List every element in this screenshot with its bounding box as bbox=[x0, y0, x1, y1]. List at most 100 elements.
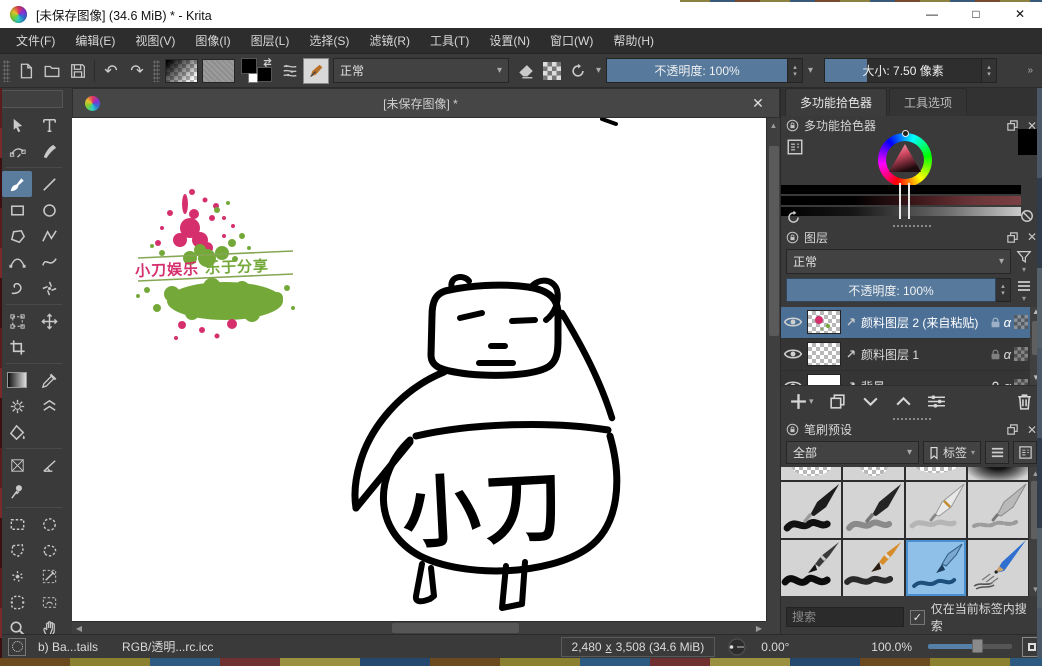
tool-rect-select[interactable] bbox=[2, 511, 32, 537]
toolbar-overflow-button[interactable]: » bbox=[1022, 65, 1038, 76]
delete-layer-button[interactable] bbox=[1015, 392, 1034, 411]
reload-preset-button[interactable] bbox=[565, 58, 591, 84]
float-docker-icon[interactable] bbox=[1006, 119, 1019, 132]
tool-color-picker[interactable] bbox=[34, 367, 64, 393]
tool-smart-patch[interactable] bbox=[34, 393, 64, 419]
brush-preset-thumbnail[interactable] bbox=[843, 467, 903, 480]
brush-preset-thumbnail[interactable] bbox=[843, 540, 903, 596]
foreground-color-swatch[interactable] bbox=[241, 58, 257, 74]
eraser-mode-toggle[interactable] bbox=[513, 58, 539, 84]
brush-preset-thumbnail[interactable] bbox=[906, 467, 966, 480]
visibility-eye-icon[interactable] bbox=[783, 315, 803, 329]
dimension-separator[interactable]: x bbox=[606, 640, 612, 654]
canvas[interactable]: 小刀娱乐 乐于分享 小刀 bbox=[72, 118, 766, 621]
scrollbar-thumb[interactable] bbox=[392, 623, 519, 633]
brush-editor-button[interactable] bbox=[303, 58, 329, 84]
open-document-button[interactable] bbox=[39, 58, 65, 84]
brush-preset-thumbnail[interactable] bbox=[968, 482, 1028, 538]
brush-preset-thumbnail[interactable] bbox=[781, 540, 841, 596]
tool-measure[interactable] bbox=[34, 452, 64, 478]
chevron-down-icon[interactable]: ▾ bbox=[591, 65, 606, 76]
foreground-background-colors[interactable] bbox=[240, 57, 274, 85]
brush-preset-thumbnail[interactable] bbox=[906, 482, 966, 538]
layer-opacity-spinner[interactable]: ▴▾ bbox=[996, 278, 1011, 302]
layers-menu-icon[interactable] bbox=[1016, 278, 1032, 294]
tool-select-shapes[interactable] bbox=[2, 112, 32, 138]
canvas-vertical-scrollbar[interactable]: ▲ bbox=[766, 118, 780, 621]
refresh-colors-icon[interactable] bbox=[786, 210, 801, 225]
shade-selector[interactable] bbox=[781, 185, 1021, 218]
tool-ellipse[interactable] bbox=[34, 197, 64, 223]
layer-thumbnail[interactable] bbox=[807, 342, 841, 366]
maximize-button[interactable]: □ bbox=[954, 0, 998, 28]
layer-filter-icon[interactable] bbox=[1016, 249, 1032, 265]
new-document-button[interactable] bbox=[13, 58, 39, 84]
inherit-alpha-icon[interactable] bbox=[1014, 315, 1028, 329]
menu-edit[interactable]: 编辑(E) bbox=[65, 32, 125, 49]
layer-expand-icon[interactable] bbox=[845, 316, 857, 328]
layer-properties-button[interactable] bbox=[927, 392, 946, 411]
brush-settings-button[interactable] bbox=[277, 58, 303, 84]
menu-select[interactable]: 选择(S) bbox=[299, 32, 359, 49]
brush-size-slider[interactable]: 大小: 7.50 像素 bbox=[824, 58, 982, 83]
menu-view[interactable]: 视图(V) bbox=[125, 32, 185, 49]
reset-colors-swatch[interactable] bbox=[248, 73, 258, 83]
tool-polyline[interactable] bbox=[34, 223, 64, 249]
close-docker-icon[interactable]: ✕ bbox=[1027, 230, 1037, 244]
preserve-alpha-toggle[interactable] bbox=[539, 58, 565, 84]
layer-blend-mode-select[interactable]: 正常 ▾ bbox=[786, 249, 1011, 274]
layer-lock-icon[interactable] bbox=[990, 380, 1001, 385]
tool-zoom[interactable] bbox=[2, 615, 32, 634]
tool-line[interactable] bbox=[34, 171, 64, 197]
brush-preset-thumbnail[interactable] bbox=[968, 467, 1028, 480]
tool-edit-shapes[interactable] bbox=[2, 138, 32, 164]
layer-name[interactable]: 颜料图层 2 (来自粘贴) bbox=[861, 314, 986, 331]
tool-gradient[interactable] bbox=[2, 367, 32, 393]
menu-tools[interactable]: 工具(T) bbox=[420, 32, 479, 49]
color-selector-settings-button[interactable] bbox=[786, 138, 804, 156]
layer-row[interactable]: 颜料图层 2 (来自粘贴) α bbox=[781, 307, 1042, 339]
menu-filter[interactable]: 滤镜(R) bbox=[359, 32, 420, 49]
chevron-down-icon[interactable]: ▾ bbox=[803, 65, 818, 76]
brush-preset-thumbnail[interactable] bbox=[968, 540, 1028, 596]
move-layer-up-button[interactable] bbox=[894, 392, 913, 411]
tool-freehand-path[interactable] bbox=[34, 249, 64, 275]
pattern-chooser[interactable] bbox=[202, 59, 235, 83]
toolbar-drag-handle[interactable] bbox=[3, 60, 10, 82]
tool-reference-images[interactable] bbox=[2, 478, 32, 504]
tool-multibrush[interactable] bbox=[34, 275, 64, 301]
menu-image[interactable]: 图像(I) bbox=[185, 32, 240, 49]
brush-preset-thumbnail[interactable] bbox=[781, 467, 841, 480]
hue-marker[interactable] bbox=[902, 130, 909, 137]
tool-polygon[interactable] bbox=[2, 223, 32, 249]
tool-fill[interactable] bbox=[2, 419, 32, 445]
layer-expand-icon[interactable] bbox=[845, 348, 857, 360]
tool-enclose-fill[interactable] bbox=[34, 589, 64, 615]
tool-similar-color-select[interactable] bbox=[2, 563, 32, 589]
alpha-lock-icon[interactable]: α bbox=[1004, 379, 1011, 385]
tool-ellipse-select[interactable] bbox=[34, 511, 64, 537]
alpha-lock-icon[interactable]: α bbox=[1004, 315, 1011, 330]
scope-checkbox-label[interactable]: 仅在当前标签内搜索 bbox=[931, 600, 1037, 634]
brush-preset-thumbnail-selected[interactable] bbox=[906, 540, 966, 596]
preset-search-input[interactable] bbox=[786, 607, 904, 627]
scope-checkbox[interactable]: ✓ bbox=[910, 610, 925, 625]
float-docker-icon[interactable] bbox=[1006, 423, 1019, 436]
hsv-triangle[interactable] bbox=[887, 142, 923, 176]
layer-lock-icon[interactable] bbox=[990, 316, 1001, 329]
tool-assistants[interactable] bbox=[2, 452, 32, 478]
canvas-horizontal-scrollbar[interactable]: ◀ ▶ bbox=[72, 621, 766, 634]
layer-thumbnail[interactable] bbox=[807, 374, 841, 385]
tab-tool-options[interactable]: 工具选项 bbox=[889, 88, 967, 116]
tool-rectangle[interactable] bbox=[2, 197, 32, 223]
chevron-down-icon[interactable]: ▾ bbox=[809, 396, 814, 407]
redo-button[interactable]: ↷ bbox=[124, 58, 150, 84]
tool-dynamic-brush[interactable] bbox=[2, 275, 32, 301]
tool-text[interactable] bbox=[34, 112, 64, 138]
lock-icon[interactable] bbox=[786, 423, 799, 436]
blend-mode-select[interactable]: 正常 ▾ bbox=[333, 58, 509, 83]
tool-polygon-select[interactable] bbox=[2, 537, 32, 563]
preset-filter-select[interactable]: 全部 ▾ bbox=[786, 441, 919, 464]
layer-name[interactable]: 背景 bbox=[861, 378, 986, 385]
scroll-right-icon[interactable]: ▶ bbox=[752, 624, 766, 633]
